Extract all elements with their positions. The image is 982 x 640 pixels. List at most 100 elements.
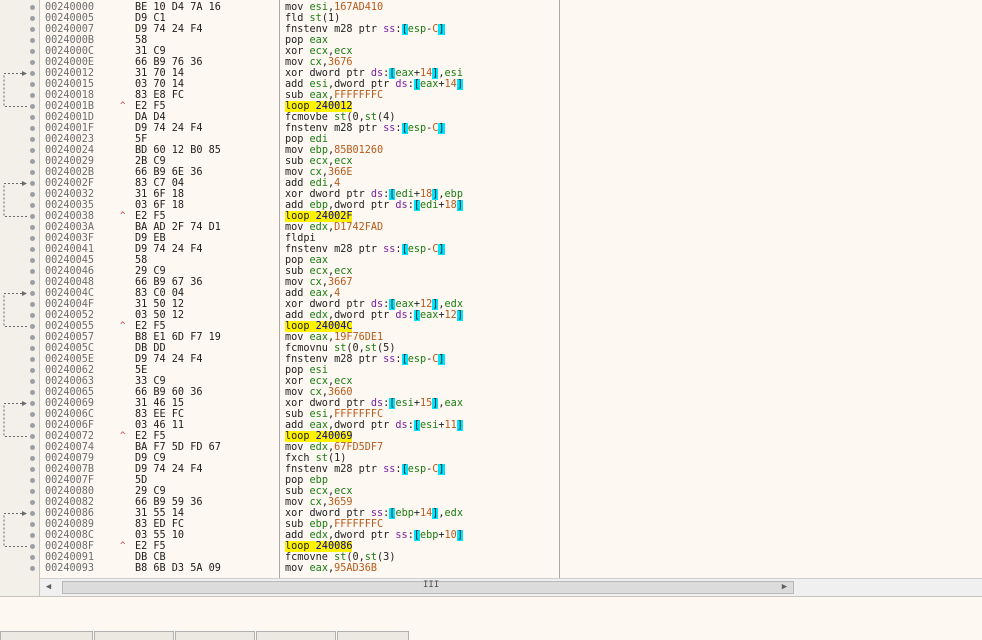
tab-3[interactable] (175, 631, 255, 640)
tab-5[interactable] (337, 631, 409, 640)
breakpoint-dot-icon[interactable] (30, 401, 35, 406)
listing-row[interactable]: 00240069 31 46 15 xor dword ptr ds:[esi+15… (40, 398, 982, 409)
breakpoint-dot-icon[interactable] (30, 522, 35, 527)
listing-row[interactable]: 0024007B D9 74 24 F4 fnstenv m28 ptr ss:[e… (40, 464, 982, 475)
listing-row[interactable]: 00240035 03 6F 18 add ebp,dword ptr ds:[ed… (40, 200, 982, 211)
listing-row[interactable]: 0024003F D9 EB fldpi (40, 233, 982, 244)
breakpoint-dot-icon[interactable] (30, 511, 35, 516)
listing-row[interactable]: 00240029 2B C9 sub ecx,ecx (40, 156, 982, 167)
listing-row[interactable]: 0024000C 31 C9 xor ecx,ecx (40, 46, 982, 57)
listing-row[interactable]: 0024005E D9 74 24 F4 fnstenv m28 ptr ss:[e… (40, 354, 982, 365)
listing-row[interactable]: 00240086 31 55 14 xor dword ptr ss:[ebp+14… (40, 508, 982, 519)
breakpoint-dot-icon[interactable] (30, 280, 35, 285)
scroll-thumb[interactable]: III (62, 580, 794, 594)
listing-row[interactable]: 0024006F 03 46 11 add eax,dword ptr ds:[es… (40, 420, 982, 431)
listing-row[interactable]: 00240032 31 6F 18 xor dword ptr ds:[edi+18… (40, 189, 982, 200)
breakpoint-dot-icon[interactable] (30, 566, 35, 571)
breakpoint-dot-icon[interactable] (30, 335, 35, 340)
breakpoint-dot-icon[interactable] (30, 115, 35, 120)
breakpoint-dot-icon[interactable] (30, 148, 35, 153)
listing-row[interactable]: 00240005 D9 C1 fld st(1) (40, 13, 982, 24)
listing-row[interactable]: 00240072 ^ E2 F5 loop 240069 (40, 431, 982, 442)
breakpoint-dot-icon[interactable] (30, 71, 35, 76)
breakpoint-dot-icon[interactable] (30, 302, 35, 307)
listing-row[interactable]: 00240038 ^ E2 F5 loop 24002F (40, 211, 982, 222)
horizontal-scrollbar[interactable]: ◀ III ▶ (40, 578, 982, 596)
listing-row[interactable]: 00240065 66 B9 60 36 mov cx,3660 (40, 387, 982, 398)
listing-row[interactable]: 00240023 5F pop edi (40, 134, 982, 145)
listing-row[interactable]: 00240082 66 B9 59 36 mov cx,3659 (40, 497, 982, 508)
breakpoint-dot-icon[interactable] (30, 423, 35, 428)
listing-row[interactable]: 00240062 5E pop esi (40, 365, 982, 376)
breakpoint-gutter[interactable] (0, 0, 40, 596)
breakpoint-dot-icon[interactable] (30, 159, 35, 164)
listing-row[interactable]: 0024001B ^ E2 F5 loop 240012 (40, 101, 982, 112)
tab-1[interactable] (0, 631, 93, 640)
breakpoint-dot-icon[interactable] (30, 27, 35, 32)
listing-row[interactable]: 00240018 83 E8 FC sub eax,FFFFFFFC (40, 90, 982, 101)
breakpoint-dot-icon[interactable] (30, 247, 35, 252)
listing-row[interactable]: 00240080 29 C9 sub ecx,ecx (40, 486, 982, 497)
listing-row[interactable]: 0024001F D9 74 24 F4 fnstenv m28 ptr ss:[e… (40, 123, 982, 134)
breakpoint-dot-icon[interactable] (30, 214, 35, 219)
listing-row[interactable]: 00240093 B8 6B D3 5A 09 mov eax,95AD36B (40, 563, 982, 574)
breakpoint-dot-icon[interactable] (30, 49, 35, 54)
disassembly-listing[interactable]: 00240000 BE 10 D4 7A 16 mov esi,167AD410 00… (40, 0, 982, 578)
listing-row[interactable]: 00240041 D9 74 24 F4 fnstenv m28 ptr ss:[e… (40, 244, 982, 255)
breakpoint-dot-icon[interactable] (30, 357, 35, 362)
listing-row[interactable]: 00240024 BD 60 12 B0 85 mov ebp,85B01260 (40, 145, 982, 156)
breakpoint-dot-icon[interactable] (30, 225, 35, 230)
listing-row[interactable]: 0024004F 31 50 12 xor dword ptr ds:[eax+12… (40, 299, 982, 310)
listing-row[interactable]: 0024001D DA D4 fcmovbe st(0,st(4) (40, 112, 982, 123)
breakpoint-dot-icon[interactable] (30, 412, 35, 417)
tab-2[interactable] (94, 631, 174, 640)
listing-row[interactable]: 00240045 58 pop eax (40, 255, 982, 266)
breakpoint-dot-icon[interactable] (30, 60, 35, 65)
listing-row[interactable]: 0024003A BA AD 2F 74 D1 mov edx,D1742FAD (40, 222, 982, 233)
breakpoint-dot-icon[interactable] (30, 368, 35, 373)
breakpoint-dot-icon[interactable] (30, 38, 35, 43)
listing-row[interactable]: 0024000E 66 B9 76 36 mov cx,3676 (40, 57, 982, 68)
breakpoint-dot-icon[interactable] (30, 82, 35, 87)
breakpoint-dot-icon[interactable] (30, 181, 35, 186)
breakpoint-dot-icon[interactable] (30, 16, 35, 21)
listing-row[interactable]: 0024000B 58 pop eax (40, 35, 982, 46)
listing-row[interactable]: 0024002F 83 C7 04 add edi,4 (40, 178, 982, 189)
breakpoint-dot-icon[interactable] (30, 313, 35, 318)
breakpoint-dot-icon[interactable] (30, 104, 35, 109)
listing-row[interactable]: 00240074 BA F7 5D FD 67 mov edx,67FD5DF7 (40, 442, 982, 453)
breakpoint-dot-icon[interactable] (30, 93, 35, 98)
breakpoint-dot-icon[interactable] (30, 555, 35, 560)
listing-row[interactable]: 00240012 31 70 14 xor dword ptr ds:[eax+14… (40, 68, 982, 79)
breakpoint-dot-icon[interactable] (30, 126, 35, 131)
listing-row[interactable]: 0024007F 5D pop ebp (40, 475, 982, 486)
breakpoint-dot-icon[interactable] (30, 5, 35, 10)
breakpoint-dot-icon[interactable] (30, 269, 35, 274)
listing-row[interactable]: 00240055 ^ E2 F5 loop 24004C (40, 321, 982, 332)
listing-row[interactable]: 00240057 B8 E1 6D F7 19 mov eax,19F76DE1 (40, 332, 982, 343)
listing-row[interactable]: 00240063 33 C9 xor ecx,ecx (40, 376, 982, 387)
listing-row[interactable]: 00240048 66 B9 67 36 mov cx,3667 (40, 277, 982, 288)
tab-4[interactable] (256, 631, 336, 640)
listing-row[interactable]: 00240046 29 C9 sub ecx,ecx (40, 266, 982, 277)
breakpoint-dot-icon[interactable] (30, 192, 35, 197)
breakpoint-dot-icon[interactable] (30, 456, 35, 461)
breakpoint-dot-icon[interactable] (30, 379, 35, 384)
breakpoint-dot-icon[interactable] (30, 544, 35, 549)
breakpoint-dot-icon[interactable] (30, 445, 35, 450)
breakpoint-dot-icon[interactable] (30, 258, 35, 263)
listing-row[interactable]: 00240079 D9 C9 fxch st(1) (40, 453, 982, 464)
listing-row[interactable]: 00240015 03 70 14 add esi,dword ptr ds:[ea… (40, 79, 982, 90)
breakpoint-dot-icon[interactable] (30, 533, 35, 538)
listing-row[interactable]: 00240007 D9 74 24 F4 fnstenv m28 ptr ss:[e… (40, 24, 982, 35)
listing-row[interactable]: 0024005C DB DD fcmovnu st(0,st(5) (40, 343, 982, 354)
breakpoint-dot-icon[interactable] (30, 500, 35, 505)
breakpoint-dot-icon[interactable] (30, 467, 35, 472)
listing-row[interactable]: 00240052 03 50 12 add edx,dword ptr ds:[ea… (40, 310, 982, 321)
scroll-right-arrow-icon[interactable]: ▶ (778, 581, 791, 594)
listing-row[interactable]: 0024006C 83 EE FC sub esi,FFFFFFFC (40, 409, 982, 420)
listing-row[interactable]: 00240089 83 ED FC sub ebp,FFFFFFFC (40, 519, 982, 530)
breakpoint-dot-icon[interactable] (30, 390, 35, 395)
breakpoint-dot-icon[interactable] (30, 346, 35, 351)
listing-row[interactable]: 0024008C 03 55 10 add edx,dword ptr ss:[eb… (40, 530, 982, 541)
